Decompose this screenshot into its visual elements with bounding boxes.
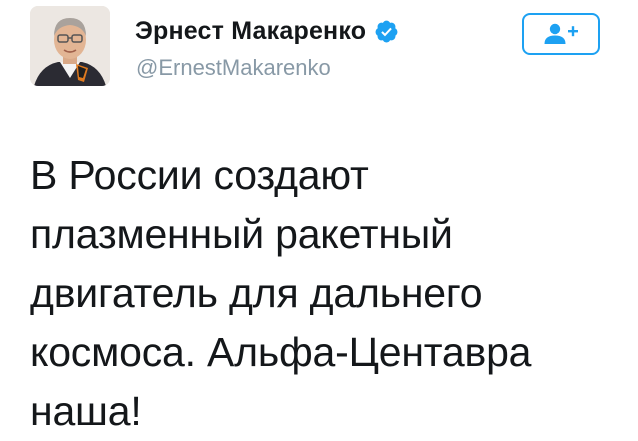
avatar-photo-icon [30,6,110,86]
tweet-text-line: наша! [30,388,142,434]
tweet-text: В России создают плазменный ракетный дви… [30,146,620,441]
tweet-text-line: В России создают [30,152,369,198]
verified-badge-icon [374,19,399,44]
tweet-text-line: плазменный ракетный [30,211,453,257]
author-name-row: Эрнест Макаренко [135,14,399,48]
user-avatar[interactable] [30,6,110,86]
tweet-text-line: двигатель для дальнего [30,270,483,316]
follow-button[interactable] [522,13,600,55]
tweet-text-line: космоса. Альфа-Центавра [30,329,532,375]
tweet: Эрнест Макаренко @ErnestMakarenko В Росс… [0,0,638,434]
add-user-icon [544,23,578,44]
display-name[interactable]: Эрнест Макаренко [135,17,366,46]
username[interactable]: @ErnestMakarenko [136,55,331,81]
